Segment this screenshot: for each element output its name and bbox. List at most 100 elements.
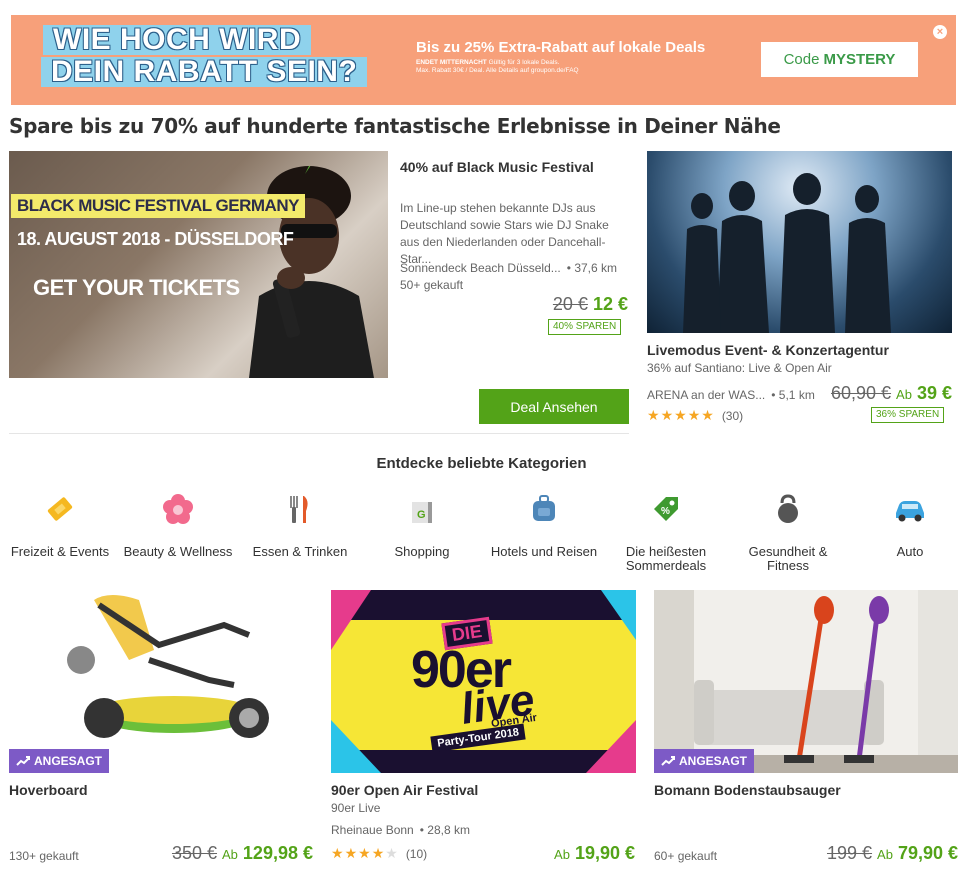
review-count: (30) [721, 408, 744, 423]
banner-headline-line1: WIE HOCH WIRD [43, 25, 312, 55]
category-item-hotels[interactable]: Hotels und Reisen [484, 492, 604, 559]
card-price-hoverboard: 350 € Ab 129,98 € [172, 843, 313, 864]
cutlery-icon [283, 492, 317, 526]
banner-headline: WIE HOCH WIRD DEIN RABATT SEIN? [41, 25, 368, 87]
side-save-badge: 36% SPAREN [871, 407, 945, 423]
featured-distance: • 37,6 km [566, 261, 618, 275]
card-distance: • 28,8 km [419, 823, 470, 837]
side-deal-image[interactable] [647, 151, 952, 333]
featured-image-date: 18. AUGUST 2018 - DÜSSELDORF [17, 229, 294, 249]
close-icon[interactable]: × [933, 25, 947, 39]
card-price-prefix: Ab [222, 847, 238, 862]
featured-old-price: 20 € [552, 294, 588, 314]
star-rating: ★ ★ ★ ★ ★ [331, 845, 398, 862]
flower-icon [161, 492, 195, 526]
banner-promo-ends-note: Gültig für 3 lokale Deals. [488, 59, 560, 66]
category-item-auto[interactable]: Auto [850, 492, 963, 559]
star-half-icon: ★ [371, 845, 385, 861]
price-tag-icon: % [649, 492, 683, 526]
card-old-price: 199 € [826, 843, 873, 863]
side-deal-subtitle: 36% auf Santiano: Live & Open Air [647, 361, 832, 375]
featured-deal-location: Sonnendeck Beach Düsseld... • 37,6 km [400, 261, 617, 275]
card-subtitle: 90er Live [331, 801, 381, 815]
vacuum-illustration [654, 590, 958, 773]
side-deal-price: 60,90 € Ab 39 € [831, 383, 952, 404]
luggage-icon [527, 492, 561, 526]
card-title-vacuum[interactable]: Bomann Bodenstaubsauger [654, 782, 841, 798]
card-new-price: 19,90 € [574, 843, 635, 863]
promo-code-label: Code [783, 51, 820, 68]
star-empty-icon: ★ [385, 845, 398, 861]
featured-deal-title[interactable]: 40% auf Black Music Festival [400, 159, 594, 175]
side-deal-rating: ★ ★ ★ ★ ★ (30) [647, 407, 743, 424]
category-label: Essen & Trinken [252, 544, 348, 559]
category-item-sommerdeals[interactable]: % Die heißesten Sommerdeals [606, 492, 726, 573]
banner-promo-title: Bis zu 25% Extra-Rabatt auf lokale Deals [416, 39, 706, 56]
card-bought-count: 60+ gekauft [654, 849, 718, 863]
star-rating: ★ ★ ★ ★ ★ [647, 407, 714, 424]
svg-text:G: G [417, 509, 426, 521]
star-icon: ★ [687, 407, 701, 423]
promo-code-value: MYSTERY [823, 51, 896, 68]
festival-image[interactable]: DIE 90er live Open Air Party-Tour 2018 [331, 590, 636, 773]
promo-code-button[interactable]: Code MYSTERY [761, 42, 918, 77]
category-item-shopping[interactable]: G Shopping [362, 492, 482, 559]
side-old-price: 60,90 € [830, 383, 892, 403]
card-title-festival[interactable]: 90er Open Air Festival [331, 782, 478, 798]
featured-price: 20 € 12 € [553, 294, 628, 315]
featured-new-price: 12 € [592, 294, 628, 314]
star-icon: ★ [660, 407, 674, 423]
star-icon: ★ [647, 407, 660, 423]
featured-bought-count: 50+ gekauft [400, 278, 464, 292]
featured-location-name: Sonnendeck Beach Düsseld... [400, 261, 561, 275]
kettlebell-icon [771, 492, 805, 526]
card-location-name: Rheinaue Bonn [331, 823, 414, 837]
vacuum-image[interactable]: ANGESAGT [654, 590, 958, 773]
featured-deal-image[interactable]: BLACK MUSIC FESTIVAL GERMANY 18. AUGUST … [9, 151, 388, 378]
card-rating: ★ ★ ★ ★ ★ (10) [331, 845, 427, 862]
card-title-hoverboard[interactable]: Hoverboard [9, 782, 88, 798]
category-label: Gesundheit & Fitness [748, 544, 828, 573]
trending-icon [16, 756, 30, 766]
category-item-freizeit[interactable]: Freizeit & Events [0, 492, 120, 559]
banner-promo-details: ENDET MITTERNACHT Gültig für 3 lokale De… [416, 59, 705, 75]
category-item-essen[interactable]: Essen & Trinken [240, 492, 360, 559]
view-deal-button[interactable]: Deal Ansehen [479, 389, 629, 424]
card-new-price: 129,98 € [242, 843, 313, 863]
side-deal-title[interactable]: Livemodus Event- & Konzertagentur [647, 342, 889, 358]
category-label: Auto [896, 544, 924, 559]
categories-title: Entdecke beliebte Kategorien [376, 455, 587, 472]
card-old-price: 350 € [171, 843, 218, 863]
card-bought-count: 130+ gekauft [9, 849, 79, 863]
category-item-beauty[interactable]: Beauty & Wellness [118, 492, 238, 559]
trending-badge: ANGESAGT [9, 749, 110, 773]
star-icon: ★ [358, 845, 371, 861]
side-location-name: ARENA an der WAS... [647, 388, 766, 402]
category-item-gesundheit[interactable]: Gesundheit & Fitness [728, 492, 848, 573]
hoverboard-illustration [67, 595, 269, 738]
trending-label: ANGESAGT [679, 754, 748, 768]
promo-banner[interactable]: WIE HOCH WIRD DEIN RABATT SEIN? Bis zu 2… [11, 15, 956, 105]
star-icon: ★ [674, 407, 687, 423]
card-price-prefix: Ab [877, 847, 893, 862]
card-price-festival: Ab 19,90 € [554, 843, 635, 864]
svg-text:%: % [661, 506, 670, 517]
star-icon: ★ [331, 845, 344, 861]
side-distance: • 5,1 km [771, 388, 815, 402]
category-label: Hotels und Reisen [490, 544, 598, 559]
category-label: Freizeit & Events [10, 544, 110, 559]
featured-save-badge: 40% SPAREN [548, 319, 622, 335]
category-label: Shopping [394, 544, 450, 559]
hoverboard-image[interactable]: ANGESAGT [9, 590, 313, 773]
category-label: Die heißesten Sommerdeals [625, 544, 707, 573]
ticket-icon [43, 492, 77, 526]
banner-promo-fineprint: Max. Rabatt 30€ / Deal. Alle Details auf… [416, 67, 579, 74]
category-label: Beauty & Wellness [123, 544, 233, 559]
featured-deal-description: Im Line-up stehen bekannte DJs aus Deuts… [400, 201, 609, 266]
trending-badge: ANGESAGT [654, 749, 755, 773]
card-location: Rheinaue Bonn • 28,8 km [331, 823, 470, 837]
banner-promo: Bis zu 25% Extra-Rabatt auf lokale Deals… [416, 39, 705, 75]
side-deal-location: ARENA an der WAS... • 5,1 km [647, 388, 815, 402]
shopping-bag-icon: G [405, 492, 439, 526]
banner-headline-line2: DEIN RABATT SEIN? [41, 57, 368, 87]
